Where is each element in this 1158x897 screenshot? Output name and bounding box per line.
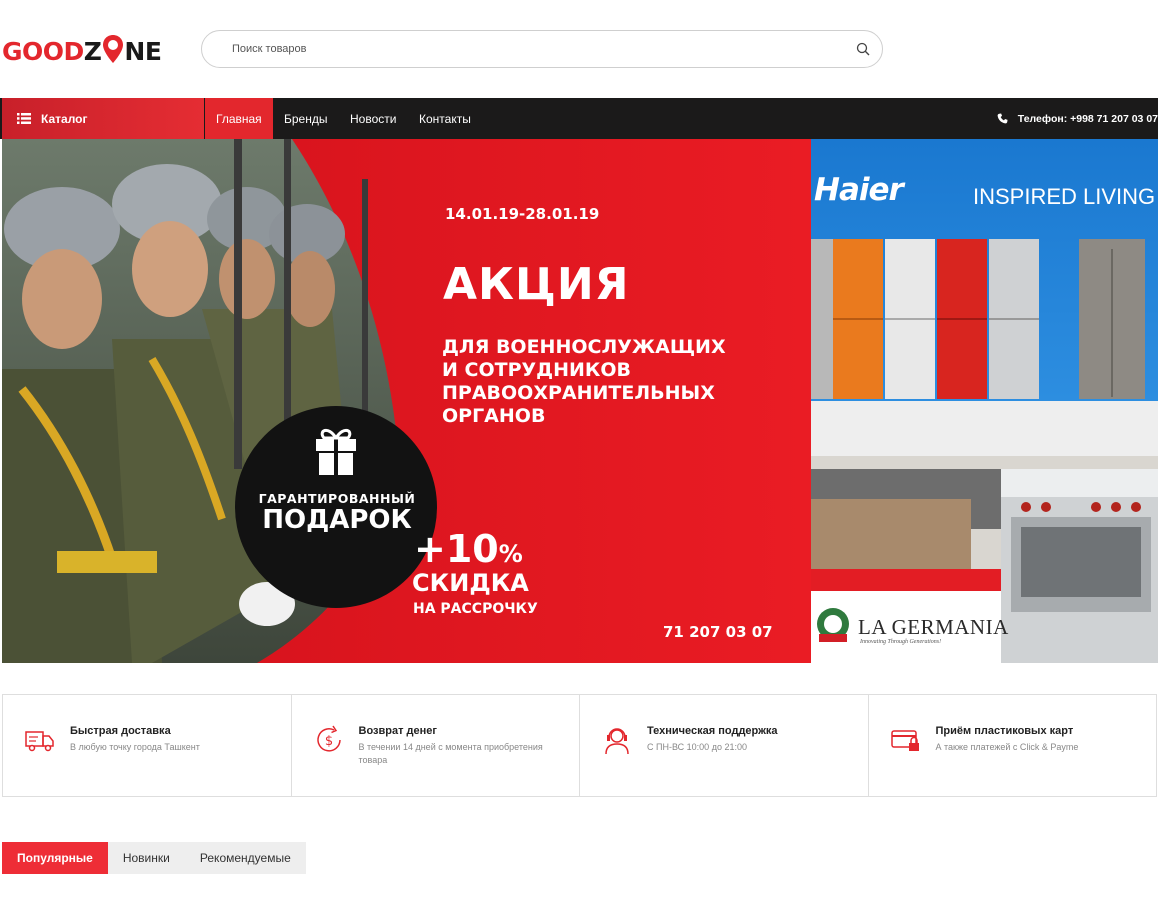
feature-text: В течении 14 дней с момента приобретения… — [358, 742, 543, 765]
feature-title: Быстрая доставка — [70, 725, 171, 737]
gift-caption: ГАРАНТИРОВАННЫЙ — [258, 491, 416, 506]
catalog-label: Каталог — [41, 111, 88, 126]
product-tabs: Популярные Новинки Рекомендуемые — [2, 842, 306, 874]
catalog-button[interactable]: Каталог — [2, 98, 204, 139]
discount-percent: % — [498, 540, 523, 568]
installment-label: НА РАССРОЧКУ — [413, 601, 538, 617]
brand-la-germania: LA GERMANIA — [858, 615, 1009, 639]
money-back-icon: $ — [316, 725, 341, 752]
tab-recommended[interactable]: Рекомендуемые — [184, 842, 306, 874]
brand-slogan: INSPIRED LIVING — [973, 184, 1156, 209]
credit-card-icon — [890, 730, 919, 751]
feature-cards: Приём пластиковых карт А также платежей … — [869, 695, 1157, 796]
search-bar[interactable] — [201, 30, 883, 68]
promo-subtitle: ДЛЯ ВОЕННОСЛУЖАЩИХ И СОТРУДНИКОВ ПРАВООХ… — [442, 336, 752, 428]
phone-icon — [997, 113, 1008, 124]
logo-text-good: GOOD — [2, 37, 84, 66]
promo-banner-main[interactable]: 14.01.19-28.01.19 АКЦИЯ ДЛЯ ВОЕННОСЛУЖАЩ… — [2, 139, 811, 663]
promo-subtitle-line: ОРГАНОВ — [442, 405, 546, 427]
promo-subtitle-line: ПРАВООХРАНИТЕЛЬНЫХ — [442, 382, 715, 404]
discount-value: +10% — [414, 527, 523, 571]
svg-text:$: $ — [324, 734, 332, 749]
promo-banner-side[interactable]: Haier INSPIRED LIVING LA GERMANIA Innova… — [811, 139, 1158, 663]
site-logo[interactable]: GOODZ NE — [2, 28, 162, 68]
location-pin-icon — [103, 35, 124, 63]
appliances-photo — [811, 139, 1158, 663]
brand-haier-logo: Haier — [814, 172, 904, 208]
promo-date: 14.01.19-28.01.19 — [445, 205, 600, 223]
search-input[interactable] — [232, 43, 832, 55]
feature-money-back: $ Возврат денег В течении 14 дней с моме… — [292, 695, 580, 796]
feature-text: В любую точку города Ташкент — [70, 742, 200, 752]
tab-popular[interactable]: Популярные — [2, 842, 108, 874]
brand-la-germania-tagline: Innovating Through Generations! — [860, 639, 942, 645]
feature-title: Приём пластиковых карт — [935, 725, 1074, 737]
nav-item-news[interactable]: Новости — [350, 98, 396, 139]
feature-support: Техническая поддержка С ПН-ВС 10:00 до 2… — [580, 695, 869, 796]
promo-title: АКЦИЯ — [443, 259, 630, 310]
nav-item-contacts[interactable]: Контакты — [419, 98, 471, 139]
search-icon[interactable] — [856, 42, 870, 56]
features-strip: Быстрая доставка В любую точку города Та… — [2, 694, 1157, 797]
feature-title: Возврат денег — [358, 725, 437, 737]
feature-title: Техническая поддержка — [647, 725, 778, 737]
gift-title: ПОДАРОК — [262, 505, 412, 535]
list-icon — [17, 113, 31, 124]
promo-subtitle-line: И СОТРУДНИКОВ — [442, 359, 632, 381]
nav-item-home[interactable]: Главная — [205, 98, 273, 139]
promo-subtitle-line: ДЛЯ ВОЕННОСЛУЖАЩИХ — [442, 336, 726, 358]
feature-delivery: Быстрая доставка В любую точку города Та… — [3, 695, 292, 796]
main-navbar: Каталог Главная Бренды Новости Контакты … — [0, 98, 1158, 139]
nav-item-brands[interactable]: Бренды — [284, 98, 327, 139]
phone-number: Телефон: +998 71 207 03 07 — [1017, 112, 1158, 125]
discount-number: +10 — [414, 527, 499, 571]
support-headset-icon — [605, 728, 629, 755]
delivery-truck-icon — [25, 731, 54, 752]
logo-text-z: Z — [83, 37, 102, 66]
logo-text-ne: NE — [124, 37, 162, 66]
discount-label: СКИДКА — [412, 569, 529, 597]
feature-text: А также платежей с Click & Payme — [935, 742, 1079, 752]
header-phone[interactable]: Телефон: +998 71 207 03 07 — [997, 98, 1158, 139]
feature-text: С ПН-ВС 10:00 до 21:00 — [647, 742, 747, 752]
site-header: GOODZ NE — [0, 0, 1158, 98]
promo-phone: 71 207 03 07 — [663, 623, 773, 641]
tab-new[interactable]: Новинки — [107, 842, 185, 874]
